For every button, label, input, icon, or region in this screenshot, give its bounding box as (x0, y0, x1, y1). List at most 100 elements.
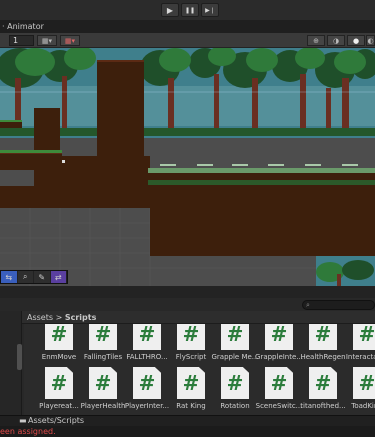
script-asset[interactable]: # GrappleInte... (255, 324, 303, 366)
step-icon: ▶❘ (205, 6, 215, 14)
script-asset[interactable]: # Grapple Me... (211, 324, 259, 366)
script-asset[interactable]: # Rotation (214, 367, 256, 415)
sphere-icon: ● (352, 36, 360, 45)
script-asset-label: FALLTHRO... (126, 353, 168, 361)
script-asset[interactable]: # FALLTHRO... (126, 324, 168, 366)
script-asset[interactable]: # EnmMove (38, 324, 80, 366)
grid-icon: ▦▾ (41, 36, 53, 45)
tab-animator[interactable]: · Animator (0, 20, 44, 33)
csharp-script-icon: # (309, 324, 337, 350)
hash-glyph: # (270, 324, 288, 346)
breadcrumb-separator: > (55, 313, 63, 322)
script-asset[interactable]: # Interactable (346, 324, 375, 366)
csharp-script-icon: # (89, 324, 117, 350)
script-asset-label: Interactable (345, 353, 375, 361)
hash-glyph: # (270, 371, 288, 395)
csharp-script-icon: # (221, 367, 249, 399)
hash-glyph: # (138, 371, 156, 395)
script-asset-label: PlayerInter... (124, 402, 170, 410)
gizmo-icon: ▦▾ (64, 36, 76, 45)
overflow-toggle[interactable]: ◐ (366, 35, 375, 46)
hash-glyph: # (314, 324, 332, 346)
script-asset-label: ToadKing (351, 402, 375, 410)
script-asset[interactable]: # ToadKing (346, 367, 375, 415)
script-asset-label: Grapple Me... (211, 353, 259, 361)
folder-tree-scrollbar[interactable] (17, 344, 22, 370)
status-bar[interactable]: een assigned. (0, 426, 375, 437)
window-tab-bar: · Animator (0, 20, 375, 33)
breadcrumb-assets[interactable]: Assets (27, 313, 53, 322)
project-toolbar: ⌕ (0, 299, 375, 311)
swap-icon: ⇄ (54, 272, 62, 282)
play-button[interactable]: ▶ (161, 3, 179, 17)
gizmo-dropdown[interactable]: ▦▾ (60, 35, 80, 46)
shading-icon: ◑ (332, 36, 340, 45)
hash-glyph: # (314, 371, 332, 395)
script-asset[interactable]: # FallingTiles (82, 324, 124, 366)
move-tool[interactable]: ⇆ (1, 271, 18, 283)
csharp-script-icon: # (265, 324, 293, 350)
breadcrumb-scripts[interactable]: Scripts (65, 313, 97, 322)
script-asset[interactable]: # PlayerHealth (81, 367, 125, 415)
csharp-script-icon: # (89, 367, 117, 399)
csharp-script-icon: # (133, 367, 161, 399)
hash-glyph: # (50, 324, 68, 346)
step-button[interactable]: ▶❘ (201, 3, 219, 17)
brush-icon: ✎ (38, 272, 46, 282)
csharp-script-icon: # (177, 324, 205, 350)
csharp-script-icon: # (45, 324, 73, 350)
script-asset[interactable]: # Playereat... (38, 367, 80, 415)
globe-toggle[interactable]: ⊕ (307, 35, 325, 46)
hash-glyph: # (226, 371, 244, 395)
script-asset[interactable]: # PlayerInter... (124, 367, 170, 415)
pause-icon: ❚❚ (184, 6, 196, 14)
csharp-script-icon: # (221, 324, 249, 350)
script-asset-label: Playereat... (39, 402, 79, 410)
csharp-script-icon: # (177, 367, 205, 399)
pause-button[interactable]: ❚❚ (181, 3, 199, 17)
scene-tool-overlay: ⇆ ⌕ ✎ ⇄ (0, 270, 68, 284)
paint-tool[interactable]: ✎ (34, 271, 51, 283)
scene-toolbar: 1 ▦▾ ▦▾ ⊕ ◑ ● ◐ (0, 33, 375, 48)
zoom-tool[interactable]: ⌕ (18, 271, 34, 283)
script-asset[interactable]: # HealthRegen (300, 324, 346, 366)
play-icon: ▶ (166, 5, 174, 15)
status-message: een assigned. (0, 427, 56, 436)
script-asset-label: Rat King (176, 402, 206, 410)
hash-glyph: # (182, 371, 200, 395)
grid-snap-dropdown[interactable]: ▦▾ (37, 35, 57, 46)
scale-field[interactable]: 1 (9, 35, 34, 46)
csharp-script-icon: # (133, 324, 161, 350)
folder-icon: ▬ (19, 416, 27, 425)
shading-toggle[interactable]: ◑ (327, 35, 345, 46)
hash-glyph: # (138, 324, 156, 346)
hash-glyph: # (94, 324, 112, 346)
level-canvas (0, 48, 375, 286)
script-asset-label: GrappleInte... (255, 353, 303, 361)
scene-view[interactable] (0, 48, 375, 286)
script-asset[interactable]: # SceneSwitc... (256, 367, 302, 415)
script-asset-label: HealthRegen (300, 353, 346, 361)
script-asset[interactable]: # Rat King (170, 367, 212, 415)
hash-glyph: # (358, 371, 375, 395)
path-bar: ▬ Assets/Scripts (0, 415, 375, 426)
script-asset-label: FlyScript (175, 353, 207, 361)
tab-animator-label: Animator (7, 22, 44, 31)
script-asset[interactable]: # titanofthed... (300, 367, 346, 415)
script-asset-label: FallingTiles (83, 353, 123, 361)
csharp-script-icon: # (353, 367, 375, 399)
script-asset-label: titanofthed... (300, 402, 346, 410)
search-input[interactable]: ⌕ (302, 300, 375, 310)
path-label: Assets/Scripts (28, 416, 85, 425)
swap-tool[interactable]: ⇄ (50, 271, 67, 283)
search-icon: ⌕ (306, 301, 310, 309)
script-asset-label: Rotation (220, 402, 250, 410)
csharp-script-icon: # (265, 367, 293, 399)
globe-icon: ⊕ (313, 36, 319, 45)
script-asset[interactable]: # FlyScript (170, 324, 212, 366)
hash-glyph: # (182, 324, 200, 346)
hash-glyph: # (358, 324, 375, 346)
sphere-toggle[interactable]: ● (347, 35, 365, 46)
more-icon: ◐ (367, 36, 374, 45)
breadcrumb: Assets > Scripts (22, 311, 375, 324)
